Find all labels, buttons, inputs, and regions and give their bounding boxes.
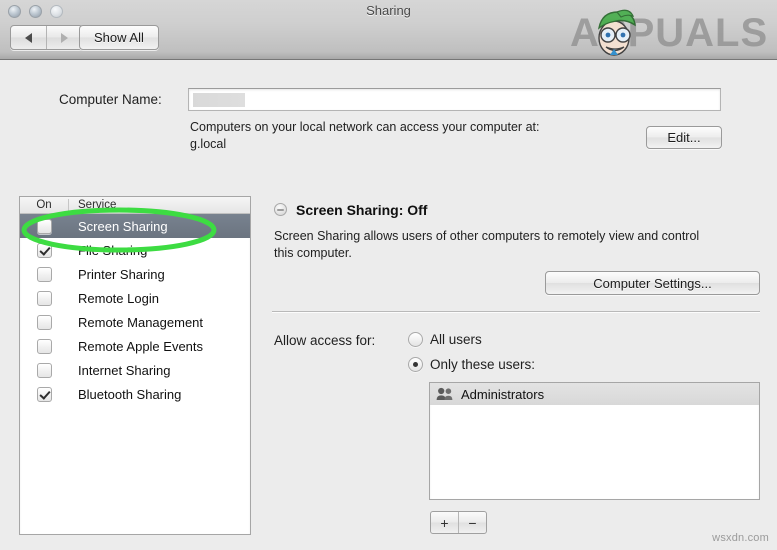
- service-label: Screen Sharing: [69, 219, 168, 234]
- site-watermark: wsxdn.com: [712, 532, 769, 544]
- service-description: Screen Sharing allows users of other com…: [274, 228, 714, 262]
- service-row-internet-sharing[interactable]: Internet Sharing: [20, 358, 250, 382]
- service-list-header: On Service: [20, 197, 250, 214]
- service-label: Bluetooth Sharing: [69, 387, 181, 402]
- forward-button[interactable]: [46, 26, 82, 49]
- remove-user-button[interactable]: −: [458, 512, 486, 533]
- back-button[interactable]: [11, 26, 46, 49]
- service-status-indicator-icon: [274, 203, 287, 216]
- sharing-preferences-window: Sharing Show All APPUALS: [0, 0, 777, 550]
- service-label: Internet Sharing: [69, 363, 171, 378]
- redaction-block: [193, 93, 245, 107]
- computer-settings-button[interactable]: Computer Settings...: [545, 271, 760, 295]
- column-header-service: Service: [69, 199, 116, 211]
- radio-button-selected-icon: [408, 357, 423, 372]
- service-checkbox-cell: [20, 243, 69, 258]
- chevron-left-icon: [25, 33, 32, 43]
- service-checkbox-cell: [20, 219, 69, 234]
- edit-button[interactable]: Edit...: [646, 126, 722, 149]
- checkbox-unchecked-icon[interactable]: [37, 363, 52, 378]
- chevron-right-icon: [61, 33, 68, 43]
- service-row-remote-apple-events[interactable]: Remote Apple Events: [20, 334, 250, 358]
- service-row-screen-sharing[interactable]: Screen Sharing: [20, 214, 250, 238]
- navigation-buttons: [10, 25, 83, 50]
- network-access-line-2: g.local: [190, 136, 630, 153]
- service-list[interactable]: On Service Screen Sharing File Sharing Pri…: [19, 196, 251, 535]
- checkbox-unchecked-icon[interactable]: [37, 291, 52, 306]
- radio-all-users[interactable]: All users: [408, 332, 482, 347]
- service-row-remote-login[interactable]: Remote Login: [20, 286, 250, 310]
- service-row-file-sharing[interactable]: File Sharing: [20, 238, 250, 262]
- service-checkbox-cell: [20, 339, 69, 354]
- radio-only-these-users-label: Only these users:: [430, 357, 535, 372]
- user-name: Administrators: [461, 387, 544, 402]
- add-user-button[interactable]: +: [431, 512, 458, 533]
- radio-all-users-label: All users: [430, 332, 482, 347]
- checkbox-unchecked-icon[interactable]: [37, 315, 52, 330]
- service-checkbox-cell: [20, 363, 69, 378]
- allow-access-label: Allow access for:: [274, 333, 375, 348]
- service-label: Printer Sharing: [69, 267, 165, 282]
- service-checkbox-cell: [20, 267, 69, 282]
- radio-only-these-users[interactable]: Only these users:: [408, 357, 535, 372]
- service-label: Remote Login: [69, 291, 159, 306]
- column-header-on: On: [20, 199, 69, 211]
- network-access-line-1: Computers on your local network can acce…: [190, 119, 630, 136]
- computer-name-label: Computer Name:: [59, 92, 162, 107]
- checkbox-unchecked-icon[interactable]: [37, 267, 52, 282]
- service-checkbox-cell: [20, 291, 69, 306]
- checkbox-unchecked-icon[interactable]: [37, 219, 52, 234]
- computer-name-input[interactable]: [188, 88, 721, 111]
- show-all-button[interactable]: Show All: [79, 25, 159, 50]
- list-item[interactable]: Administrators: [430, 383, 759, 405]
- checkbox-checked-icon[interactable]: [37, 387, 52, 402]
- service-rows: Screen Sharing File Sharing Printer Sharin…: [20, 214, 250, 406]
- service-status-text: Screen Sharing: Off: [296, 202, 427, 218]
- page-title: Sharing: [0, 3, 777, 18]
- user-list-buttons: + −: [430, 511, 487, 534]
- service-row-bluetooth-sharing[interactable]: Bluetooth Sharing: [20, 382, 250, 406]
- service-label: File Sharing: [69, 243, 147, 258]
- service-checkbox-cell: [20, 387, 69, 402]
- service-checkbox-cell: [20, 315, 69, 330]
- section-divider: [272, 311, 760, 312]
- network-access-description: Computers on your local network can acce…: [190, 119, 630, 153]
- checkbox-checked-icon[interactable]: [37, 243, 52, 258]
- service-row-remote-management[interactable]: Remote Management: [20, 310, 250, 334]
- group-icon: [436, 387, 454, 401]
- allowed-users-list[interactable]: Administrators: [429, 382, 760, 500]
- service-label: Remote Management: [69, 315, 203, 330]
- service-row-printer-sharing[interactable]: Printer Sharing: [20, 262, 250, 286]
- service-label: Remote Apple Events: [69, 339, 203, 354]
- radio-button-icon: [408, 332, 423, 347]
- checkbox-unchecked-icon[interactable]: [37, 339, 52, 354]
- window-titlebar: Sharing Show All APPUALS: [0, 0, 777, 60]
